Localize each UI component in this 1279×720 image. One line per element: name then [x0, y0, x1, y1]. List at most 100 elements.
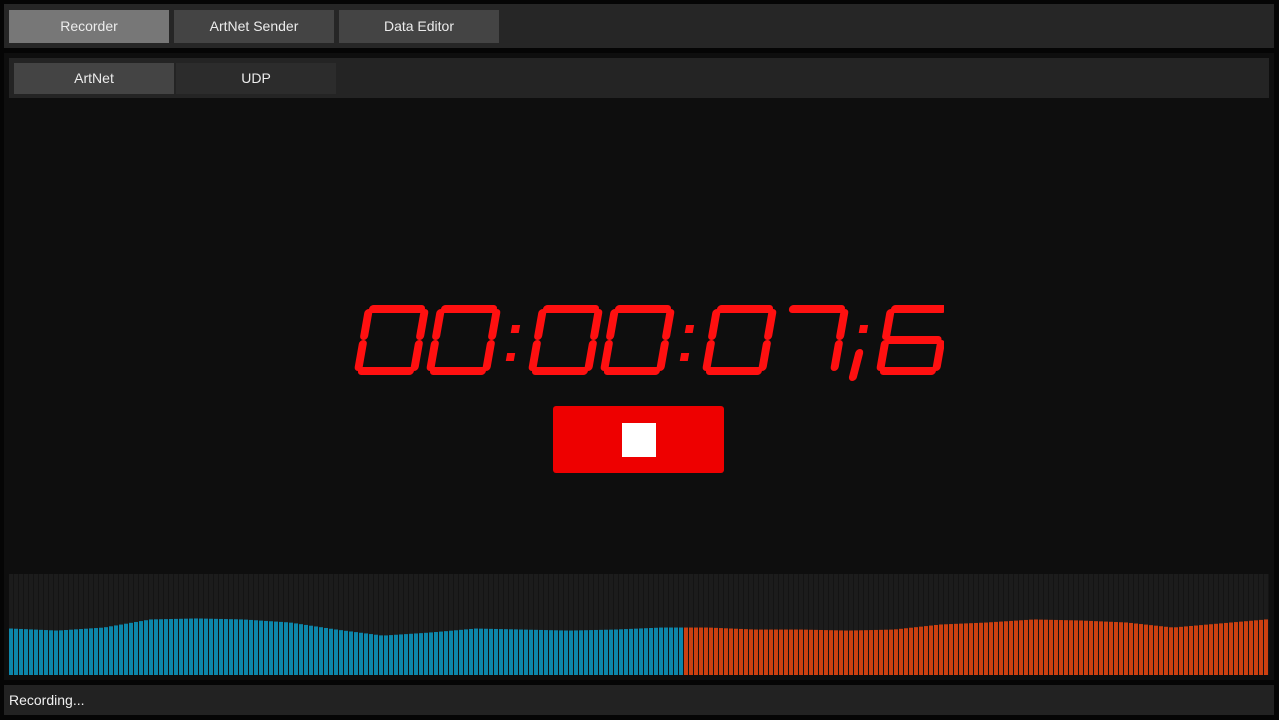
- segment: [410, 340, 423, 371]
- meter-bar: [114, 625, 118, 675]
- meter-bar: [589, 630, 593, 675]
- segment: [482, 340, 495, 371]
- meter-bar: [734, 628, 738, 675]
- segment: [876, 340, 889, 371]
- meter-bar: [554, 630, 558, 675]
- meter-bar: [794, 629, 798, 675]
- meter-bar: [464, 629, 468, 675]
- meter-bar: [874, 629, 878, 675]
- meter-bar: [544, 630, 548, 675]
- meter-bar: [559, 630, 563, 675]
- meter-bar: [24, 629, 28, 675]
- meter-bar: [269, 621, 273, 675]
- meter-bar: [1214, 623, 1218, 675]
- meter-bar: [1209, 624, 1213, 675]
- meter-bar: [364, 633, 368, 675]
- meter-bar: [29, 629, 33, 675]
- meter-bar: [744, 629, 748, 675]
- meter-bar: [1109, 621, 1113, 675]
- segment: [656, 340, 669, 371]
- meter-bar: [304, 624, 308, 675]
- tab-udp[interactable]: UDP: [176, 63, 336, 94]
- level-meter: [9, 574, 1269, 675]
- segment: [662, 309, 675, 340]
- segment: [354, 340, 367, 371]
- segment: [432, 309, 445, 340]
- meter-bar: [1144, 624, 1148, 675]
- meter-bar: [19, 628, 23, 675]
- meter-bar: [79, 629, 83, 675]
- stop-button[interactable]: [553, 406, 724, 473]
- meter-bar: [409, 633, 413, 675]
- meter-bar: [784, 629, 788, 675]
- tab-artnet-sender[interactable]: ArtNet Sender: [174, 10, 334, 43]
- meter-bar: [684, 627, 688, 675]
- meter-bar: [434, 632, 438, 675]
- meter-bar: [279, 621, 283, 675]
- meter-bar: [59, 630, 63, 675]
- meter-bar: [1119, 622, 1123, 675]
- meter-bar: [284, 622, 288, 675]
- meter-bar: [614, 629, 618, 675]
- meter-bar: [1169, 627, 1173, 675]
- tab-data-editor[interactable]: Data Editor: [339, 10, 499, 43]
- tab-artnet[interactable]: ArtNet: [14, 63, 174, 94]
- meter-bar: [769, 629, 773, 675]
- meter-bar: [219, 618, 223, 675]
- meter-bar: [644, 628, 648, 675]
- meter-bar: [529, 629, 533, 675]
- status-bar: Recording...: [4, 685, 1274, 715]
- meter-bar: [719, 628, 723, 675]
- meter-bar: [239, 619, 243, 675]
- meter-bar: [824, 630, 828, 675]
- timecode-display: [354, 305, 944, 381]
- segment: [600, 340, 613, 371]
- meter-bar: [699, 627, 703, 675]
- meter-bar: [339, 630, 343, 675]
- meter-bar: [289, 622, 293, 675]
- timer-digit: [528, 305, 603, 375]
- meter-bar: [194, 618, 198, 675]
- meter-bar: [244, 619, 248, 675]
- meter-bar: [314, 626, 318, 675]
- meter-bar: [779, 629, 783, 675]
- meter-bar: [369, 634, 373, 675]
- tab-recorder[interactable]: Recorder: [9, 10, 169, 43]
- meter-bar: [839, 630, 843, 675]
- meter-bar: [1124, 622, 1128, 675]
- meter-bar: [1089, 620, 1093, 675]
- meter-bar: [154, 619, 158, 675]
- meter-bar: [1264, 619, 1268, 675]
- meter-bar: [419, 633, 423, 675]
- status-text: Recording...: [9, 692, 85, 708]
- meter-bar: [1104, 621, 1108, 675]
- meter-bar: [454, 630, 458, 675]
- meter-bar: [639, 628, 643, 675]
- meter-bar: [119, 624, 123, 675]
- meter-bar: [1234, 622, 1238, 675]
- meter-bar: [674, 627, 678, 675]
- meter-bar: [129, 622, 133, 675]
- meter-bar: [1009, 620, 1013, 675]
- meter-bar: [1134, 623, 1138, 675]
- meter-bar: [494, 628, 498, 675]
- segment: [534, 309, 547, 340]
- meter-bar: [319, 627, 323, 675]
- meter-bar: [414, 633, 418, 675]
- meter-bar: [914, 627, 918, 675]
- meter-bar: [1064, 620, 1068, 675]
- segment: [606, 309, 619, 340]
- meter-bar: [1139, 624, 1143, 675]
- meter-bar: [444, 631, 448, 675]
- meter-bar: [964, 623, 968, 675]
- timer-digit: [876, 305, 944, 375]
- main-tab-bar: Recorder ArtNet Sender Data Editor: [4, 4, 1274, 48]
- meter-bar: [984, 622, 988, 675]
- segment: [708, 309, 721, 340]
- meter-bar: [1099, 621, 1103, 675]
- meter-bar: [1199, 625, 1203, 675]
- segment: [416, 309, 429, 340]
- meter-bar: [1094, 621, 1098, 675]
- meter-bar: [1079, 620, 1083, 675]
- meter-bar: [359, 632, 363, 675]
